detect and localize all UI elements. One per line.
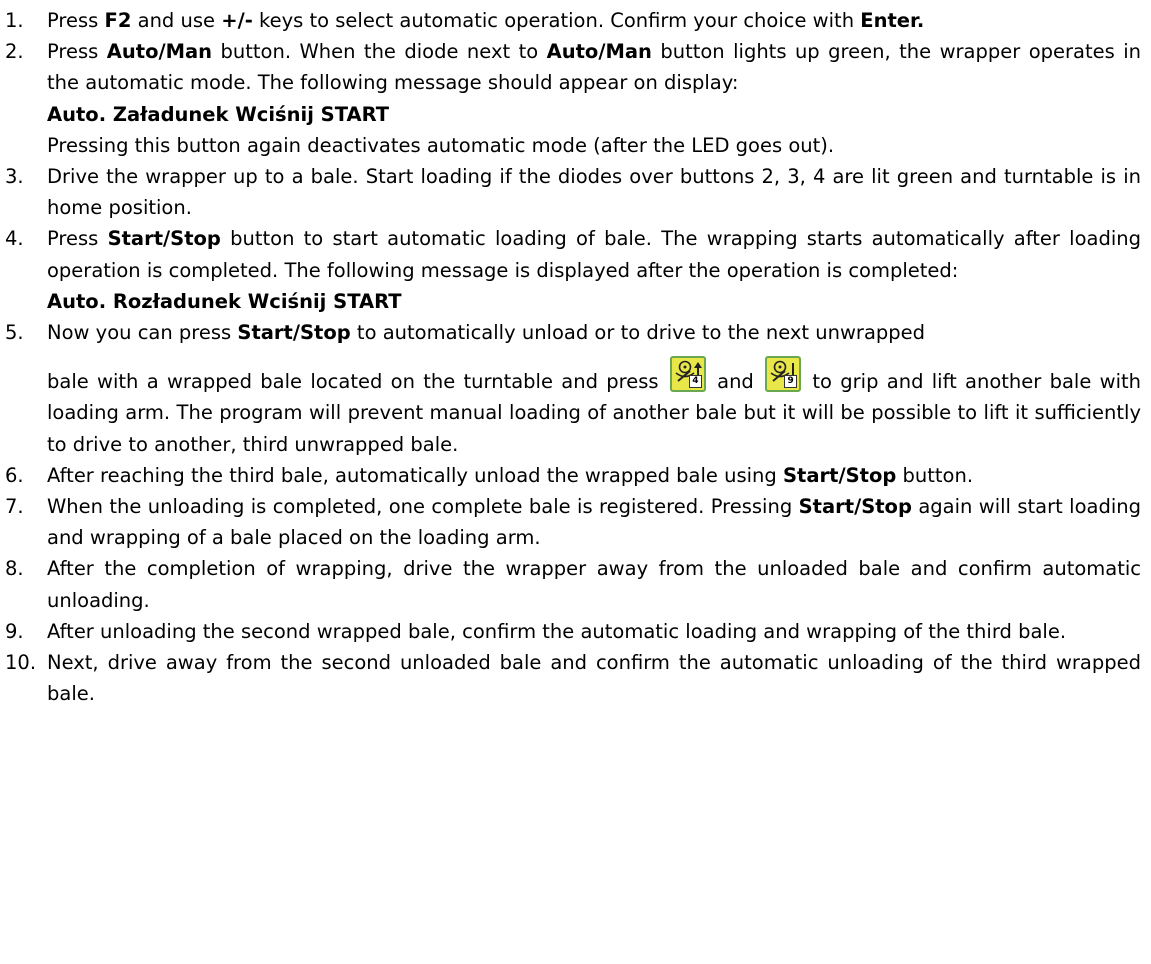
step-3: 3. Drive the wrapper up to a bale. Start… <box>0 161 1141 223</box>
step-6: 6. After reaching the third bale, automa… <box>0 460 1141 491</box>
step-number: 9. <box>5 619 24 643</box>
display-message: Auto. Rozładunek Wciśnij START <box>47 289 402 313</box>
loading-arm-key-icon: 9 <box>765 356 802 393</box>
step-2: 2. Press Auto/Man button. When the diode… <box>0 36 1141 161</box>
step-number: 8. <box>5 557 24 581</box>
display-message: Auto. Załadunek Wciśnij START <box>47 102 390 126</box>
step-number: 5. <box>5 321 24 345</box>
step-number: 6. <box>5 463 24 487</box>
steps-list: 1. Press F2 and use +/- keys to select a… <box>0 5 1141 709</box>
step-7: 7. When the unloading is completed, one … <box>0 491 1141 553</box>
loading-arm-key-icon: 4 <box>669 356 706 393</box>
step-number: 3. <box>5 165 24 189</box>
step-8: 8. After the completion of wrapping, dri… <box>0 553 1141 615</box>
instruction-document: 1. Press F2 and use +/- keys to select a… <box>0 0 1151 709</box>
step-number: 10. <box>5 651 37 675</box>
step-5: 5. Now you can press Start/Stop to autom… <box>0 317 1141 460</box>
step-number: 1. <box>5 9 24 32</box>
step-4: 4. Press Start/Stop button to start auto… <box>0 223 1141 317</box>
step-number: 2. <box>5 40 24 64</box>
step-number: 7. <box>5 495 24 519</box>
step-9: 9. After unloading the second wrapped ba… <box>0 616 1141 647</box>
step-number: 4. <box>5 227 24 251</box>
step-10: 10. Next, drive away from the second unl… <box>0 647 1141 709</box>
step-1: 1. Press F2 and use +/- keys to select a… <box>0 5 1141 36</box>
